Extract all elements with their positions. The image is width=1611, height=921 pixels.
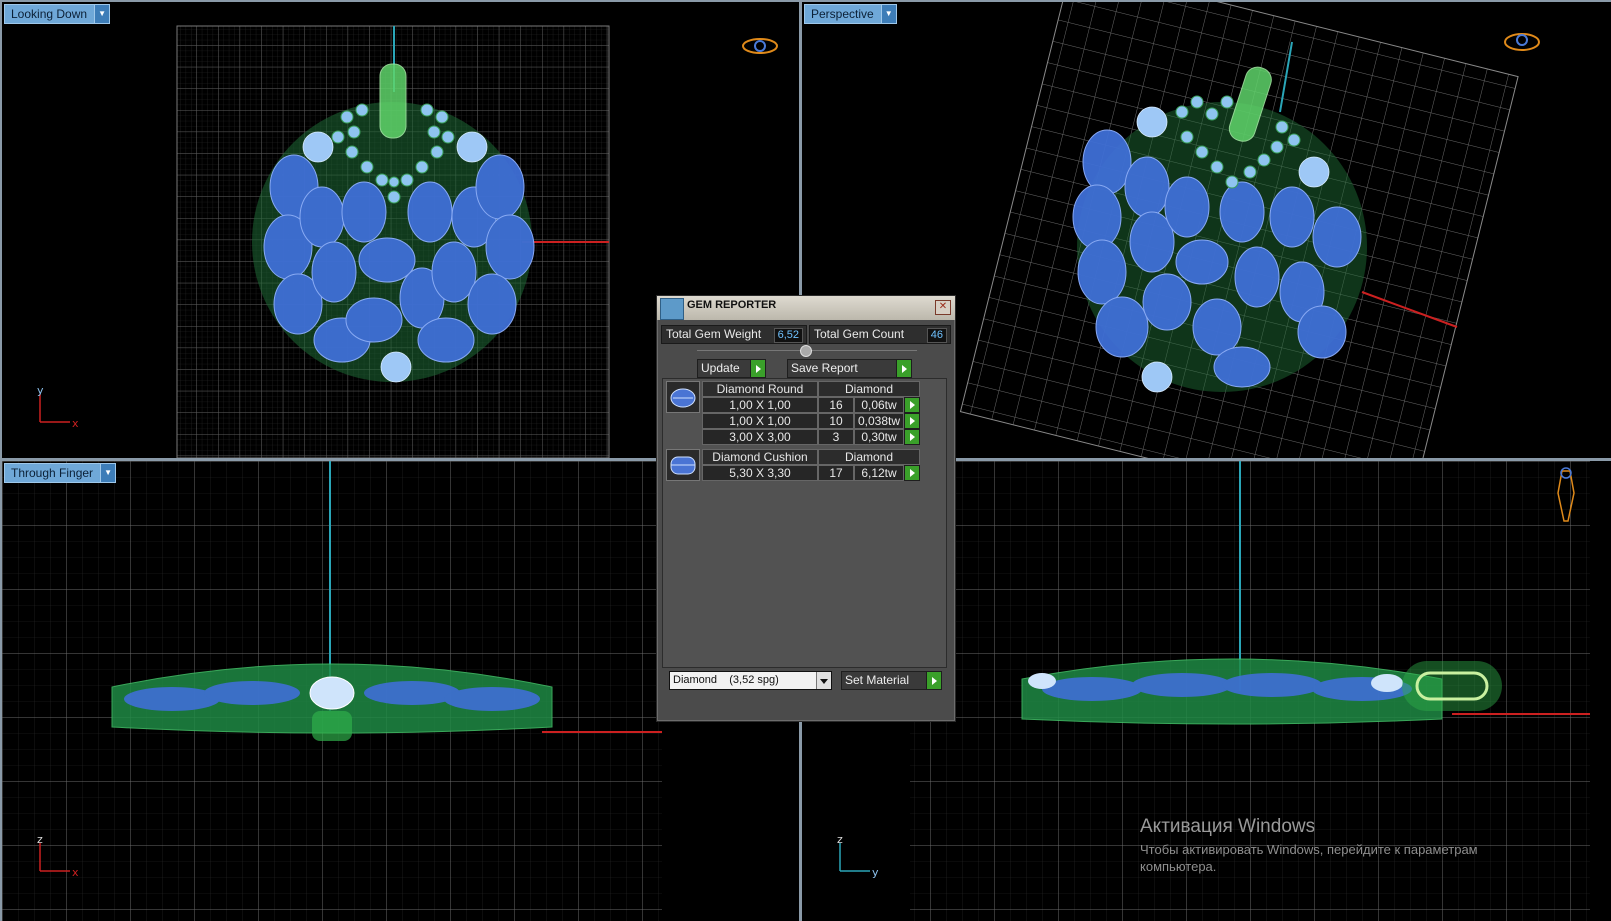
gem-group: Diamond Cushion Diamond 5,30 X 3,30 17 6… — [666, 449, 922, 481]
viewport-label-perspective[interactable]: Perspective ▼ — [804, 4, 897, 24]
set-material-button-label: Set Material — [845, 673, 910, 687]
gem-weight: 0,30tw — [854, 429, 904, 445]
view-orientation-icon[interactable] — [1504, 33, 1540, 51]
total-gem-count-value: 46 — [926, 328, 947, 343]
watermark-line-2: компьютера. — [1140, 859, 1217, 874]
gem-size: 1,00 X 1,00 — [702, 413, 818, 429]
select-row-arrow-icon[interactable] — [904, 397, 920, 413]
gem-count: 10 — [818, 413, 854, 429]
play-arrow-icon — [926, 672, 941, 689]
gem-weight: 0,06tw — [854, 397, 904, 413]
watermark-title: Активация Windows — [1140, 816, 1316, 837]
gem-material-header: Diamond — [818, 381, 920, 397]
dialog-title: GEM REPORTER — [687, 299, 777, 311]
axis-x-label: x — [72, 417, 79, 430]
material-select-value: Diamond (3,52 spg) — [673, 674, 779, 686]
select-row-arrow-icon[interactable] — [904, 413, 920, 429]
play-arrow-icon — [896, 360, 911, 377]
total-gem-weight: Total Gem Weight 6,52 — [661, 325, 807, 344]
viewport-label-text: Looking Down — [11, 7, 88, 21]
axis-z-label: z — [37, 833, 43, 846]
windows-activation-watermark: Активация Windows Чтобы активировать Win… — [1140, 816, 1478, 874]
gem-group: Diamond Round Diamond 1,00 X 1,00 16 0,0… — [666, 381, 922, 445]
chevron-down-icon[interactable]: ▼ — [94, 5, 110, 23]
chevron-down-icon[interactable]: ▼ — [880, 5, 896, 23]
cushion-gem-thumbnail-icon[interactable] — [666, 449, 700, 481]
update-button[interactable]: Update — [697, 359, 766, 378]
select-row-arrow-icon[interactable] — [904, 429, 920, 445]
total-gem-count: Total Gem Count 46 — [809, 325, 951, 344]
gem-row: 1,00 X 1,00 10 0,038tw — [702, 413, 922, 429]
gem-size: 1,00 X 1,00 — [702, 397, 818, 413]
gem-count: 16 — [818, 397, 854, 413]
gem-reporter-logo-icon — [660, 298, 684, 320]
chevron-down-icon[interactable] — [816, 672, 831, 689]
select-row-arrow-icon[interactable] — [904, 465, 920, 481]
gem-weight: 6,12tw — [854, 465, 904, 481]
gem-cut-header: Diamond Round — [702, 381, 818, 397]
gem-cut-header: Diamond Cushion — [702, 449, 818, 465]
set-material-button[interactable]: Set Material — [841, 671, 942, 690]
play-arrow-icon — [750, 360, 765, 377]
viewport-label-looking-down[interactable]: Looking Down ▼ — [4, 4, 111, 24]
viewport-label-text: Through Finger — [11, 466, 94, 480]
dialog-title-bar[interactable]: GEM REPORTER ✕ — [657, 296, 955, 320]
collapse-handle[interactable] — [800, 345, 812, 357]
gem-size: 5,30 X 3,30 — [702, 465, 818, 481]
axis-y-label: y — [37, 384, 44, 397]
gem-row: 1,00 X 1,00 16 0,06tw — [702, 397, 922, 413]
gem-size: 3,00 X 3,00 — [702, 429, 818, 445]
gem-reporter-dialog: GEM REPORTER ✕ Total Gem Weight 6,52 Tot… — [656, 295, 956, 722]
gem-row: 5,30 X 3,30 17 6,12tw — [702, 465, 922, 481]
watermark-line-1: Чтобы активировать Windows, перейдите к … — [1140, 842, 1478, 857]
update-button-label: Update — [701, 361, 740, 375]
total-gem-count-label: Total Gem Count — [814, 327, 905, 341]
axis-y-label: y — [872, 866, 879, 879]
round-gem-thumbnail-icon[interactable] — [666, 381, 700, 413]
viewport-label-through-finger[interactable]: Through Finger ▼ — [4, 463, 117, 483]
chevron-down-icon[interactable]: ▼ — [100, 464, 116, 482]
save-report-button[interactable]: Save Report — [787, 359, 912, 378]
material-select[interactable]: Diamond (3,52 spg) — [669, 671, 832, 690]
axis-x-label: x — [72, 866, 79, 879]
gem-row: 3,00 X 3,00 3 0,30tw — [702, 429, 922, 445]
total-gem-weight-value: 6,52 — [773, 328, 803, 343]
close-icon[interactable]: ✕ — [935, 300, 951, 315]
save-report-button-label: Save Report — [791, 361, 858, 375]
gem-list: Diamond Round Diamond 1,00 X 1,00 16 0,0… — [662, 378, 947, 668]
view-orientation-icon[interactable] — [742, 38, 778, 54]
gem-weight: 0,038tw — [854, 413, 904, 429]
axis-z-label: z — [837, 833, 843, 846]
gem-count: 17 — [818, 465, 854, 481]
total-gem-weight-label: Total Gem Weight — [666, 327, 762, 341]
viewport-label-text: Perspective — [811, 7, 874, 21]
gem-material-header: Diamond — [818, 449, 920, 465]
gem-count: 3 — [818, 429, 854, 445]
